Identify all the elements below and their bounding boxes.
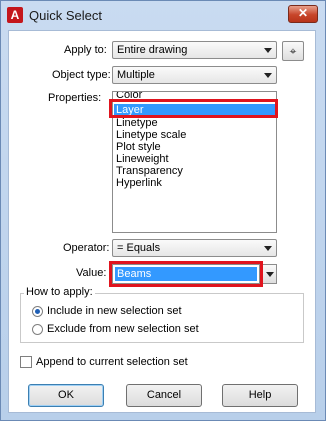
exclude-radio[interactable] — [32, 324, 43, 335]
apply-to-value: Entire drawing — [117, 44, 188, 56]
value-dropdown-button[interactable] — [262, 264, 277, 284]
list-item[interactable]: Transparency — [116, 165, 183, 177]
list-item[interactable]: Hyperlink — [116, 177, 162, 189]
title-bar[interactable]: A Quick Select ✕ — [1, 1, 325, 30]
object-type-dropdown[interactable]: Multiple — [112, 66, 277, 84]
list-item[interactable]: Lineweight — [116, 153, 169, 165]
ok-button[interactable]: OK — [28, 384, 104, 407]
object-type-label: Object type: — [52, 69, 111, 81]
apply-to-dropdown[interactable]: Entire drawing — [112, 41, 277, 59]
close-button[interactable]: ✕ — [288, 5, 318, 23]
include-label[interactable]: Include in new selection set — [47, 305, 182, 317]
cancel-button[interactable]: Cancel — [126, 384, 202, 407]
chevron-down-icon — [266, 272, 274, 277]
chevron-down-icon — [264, 48, 272, 53]
autocad-app-icon: A — [7, 7, 23, 23]
help-button[interactable]: Help — [222, 384, 298, 407]
apply-to-label: Apply to: — [64, 44, 107, 56]
append-label[interactable]: Append to current selection set — [36, 356, 188, 368]
exclude-label[interactable]: Exclude from new selection set — [47, 323, 199, 335]
select-objects-button[interactable]: ⌖ — [282, 41, 304, 61]
properties-label: Properties: — [48, 92, 102, 104]
append-checkbox[interactable] — [20, 356, 32, 368]
list-item[interactable]: Linetype — [116, 117, 158, 129]
close-icon: ✕ — [297, 6, 309, 20]
layer-highlight-box — [109, 99, 278, 118]
dialog-title: Quick Select — [29, 8, 102, 23]
value-label: Value: — [76, 267, 107, 279]
pick-objects-icon: ⌖ — [289, 44, 297, 58]
chevron-down-icon — [264, 73, 272, 78]
object-type-value: Multiple — [117, 69, 155, 81]
operator-value: = Equals — [117, 242, 161, 254]
how-to-apply-group — [20, 293, 304, 343]
list-item[interactable]: Plot style — [116, 141, 161, 153]
operator-dropdown[interactable]: = Equals — [112, 239, 277, 257]
operator-label: Operator: — [63, 242, 110, 254]
beams-highlight-box — [109, 261, 263, 287]
chevron-down-icon — [264, 246, 272, 251]
list-item[interactable]: Linetype scale — [116, 129, 186, 141]
include-radio[interactable] — [32, 306, 43, 317]
how-to-apply-title: How to apply: — [24, 286, 95, 298]
